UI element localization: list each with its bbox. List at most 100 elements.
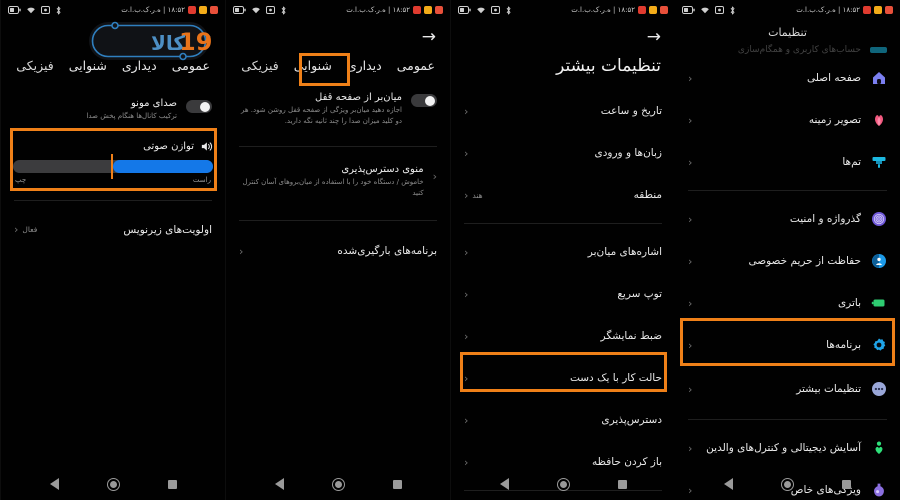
- tab-physical[interactable]: فیزیکی: [240, 56, 279, 76]
- list-item-label: ضبط نمایشگر: [600, 330, 662, 342]
- list-item-text: منوی دسترس‌پذیری خاموش / دستگاه خود را ب…: [239, 164, 424, 198]
- sidebar-item-battery[interactable]: باتری ‹: [675, 282, 900, 324]
- home-button[interactable]: [331, 477, 345, 491]
- tab-visual[interactable]: دیداری: [346, 56, 383, 76]
- recents-button[interactable]: [391, 478, 404, 491]
- sidebar-item-wallpaper[interactable]: تصویر زمینه ‹: [675, 99, 900, 141]
- tab-general[interactable]: عمومی: [396, 56, 436, 76]
- wifi-icon: [27, 7, 35, 14]
- sidebar-item-password-security[interactable]: گذرواژه و امنیت ‹: [675, 198, 900, 240]
- mono-audio-toggle[interactable]: [186, 100, 212, 114]
- sim-icon: [41, 6, 50, 14]
- back-arrow-row[interactable]: →: [451, 20, 675, 54]
- sidebar-item-more-settings[interactable]: تنظیمات بیشتر ‹: [675, 366, 900, 412]
- back-arrow-icon[interactable]: →: [197, 28, 211, 46]
- sidebar-item-label: گذرواژه و امنیت: [789, 213, 861, 225]
- photos-badge-icon: [638, 6, 646, 14]
- list-item-region[interactable]: منطقه هند ‹: [451, 174, 675, 216]
- privacy-icon: [870, 253, 887, 270]
- slider-thumb[interactable]: [111, 153, 113, 179]
- tab-visual[interactable]: دیداری: [121, 56, 158, 76]
- list-item-label: منوی دسترس‌پذیری: [341, 164, 424, 176]
- navigation-bar: [451, 468, 675, 500]
- sidebar-item-label: آسایش دیجیتالی و کنترل‌های والدین: [706, 442, 861, 454]
- toggle-row-lockscreen-shortcut[interactable]: میان‌بر از صفحه قفل اجازه دهید میان‌بر و…: [226, 84, 450, 132]
- tab-hearing[interactable]: شنوایی: [293, 56, 333, 76]
- divider: [14, 199, 212, 201]
- status-bar-time: ۱۸:۵۲ | ه.ر.ک.ب.ا.ت: [796, 6, 860, 14]
- divider: [688, 419, 887, 420]
- sidebar-item-themes[interactable]: تم‌ها ‹: [675, 141, 900, 183]
- back-arrow-icon[interactable]: →: [422, 28, 436, 46]
- slider-label-right: راست: [192, 175, 211, 184]
- chevron-icon: ‹: [688, 212, 693, 226]
- list-item-accessibility-menu[interactable]: ‹ منوی دسترس‌پذیری خاموش / دستگاه خود را…: [226, 154, 450, 204]
- toggle-row-title: صدای مونو: [131, 98, 177, 110]
- list-item-cut-off[interactable]: حساب‌های کاربری و همگام‌سازی: [675, 43, 900, 57]
- back-arrow-row[interactable]: →: [226, 20, 450, 54]
- list-item-accessibility[interactable]: دسترس‌پذیری ‹: [451, 399, 675, 441]
- status-bar: ۱۸:۵۲ | ه.ر.ک.ب.ا.ت: [226, 0, 450, 20]
- slider-end-labels: راست چپ: [13, 176, 213, 184]
- back-arrow-icon[interactable]: →: [647, 28, 661, 46]
- tab-bar: عمومی دیداری شنوایی فیزیکی: [226, 54, 450, 84]
- list-item-label: زبان‌ها و ورودی: [594, 147, 663, 159]
- list-item-caption-preferences[interactable]: اولویت‌های زیرنویس فعال ‹: [1, 208, 225, 252]
- sidebar-item-home-screen[interactable]: صفحه اصلی ‹: [675, 57, 900, 99]
- back-button[interactable]: [273, 478, 286, 491]
- list-item-shortcut-gestures[interactable]: اشاره‌های میان‌بر ‹: [451, 231, 675, 273]
- home-button[interactable]: [556, 477, 570, 491]
- toggle-row-mono-audio[interactable]: صدای مونو ترکیب کانال‌ها هنگام پخش صدا: [1, 84, 225, 128]
- chevron-icon: ‹: [464, 413, 469, 427]
- toggle-knob: [425, 95, 435, 106]
- screenshot-root: ۱۸:۵۲ | ه.ر.ک.ب.ا.ت تنظیمات حساب‌های کار…: [0, 0, 900, 500]
- status-bar-right: ۱۸:۵۲ | ه.ر.ک.ب.ا.ت: [121, 6, 218, 14]
- list-item-one-handed-mode[interactable]: حالت کار با یک دست ‹: [451, 357, 675, 399]
- list-item-languages-input[interactable]: زبان‌ها و ورودی ‹: [451, 132, 675, 174]
- chevron-icon: ‹: [464, 104, 469, 118]
- recents-button[interactable]: [840, 478, 853, 491]
- toggle-row-subtitle: ترکیب کانال‌ها هنگام پخش صدا: [86, 112, 177, 121]
- sidebar-item-label: حفاظت از حریم خصوصی: [748, 255, 861, 267]
- lockscreen-shortcut-toggle[interactable]: [411, 94, 437, 108]
- tab-physical[interactable]: فیزیکی: [15, 56, 54, 76]
- chevron-icon: ‹: [432, 170, 437, 184]
- themes-icon: [870, 154, 887, 171]
- status-bar-right: ۱۸:۵۲ | ه.ر.ک.ب.ا.ت: [796, 6, 893, 14]
- list-item-date-time[interactable]: تاریخ و ساعت ‹: [451, 90, 675, 132]
- navigation-bar: [226, 468, 450, 500]
- bluetooth-icon: [506, 6, 511, 14]
- back-arrow-row[interactable]: →: [1, 20, 225, 54]
- recents-button[interactable]: [616, 478, 629, 491]
- back-button[interactable]: [722, 478, 735, 491]
- tab-hearing[interactable]: شنوایی: [68, 56, 108, 76]
- list-item-downloaded-apps[interactable]: برنامه‌های بارگیری‌شده ‹: [226, 228, 450, 274]
- chevron-icon: ‹: [688, 296, 693, 310]
- chevron-icon: ‹: [464, 245, 469, 259]
- back-button[interactable]: [48, 478, 61, 491]
- panel-accessibility-hearing: ۱۸:۵۲ | ه.ر.ک.ب.ا.ت → عمومی دیداری شنوای…: [225, 0, 450, 500]
- audio-balance-block: توازن صوتی راست چپ: [1, 134, 225, 188]
- keep-badge-icon: [649, 6, 657, 14]
- chevron-icon: ‹: [688, 254, 693, 268]
- battery-icon: [233, 6, 246, 14]
- back-button[interactable]: [498, 478, 511, 491]
- chevron-icon: ‹: [464, 188, 469, 202]
- list-item-value: فعال: [22, 225, 38, 235]
- wifi-icon: [252, 7, 260, 14]
- toggle-row-text: صدای مونو ترکیب کانال‌ها هنگام پخش صدا: [14, 98, 177, 122]
- sidebar-item-apps[interactable]: برنامه‌ها ‹: [675, 324, 900, 366]
- list-item-label: منطقه: [633, 189, 662, 201]
- battery-icon: [682, 6, 695, 14]
- list-item-quick-ball[interactable]: توپ سریع ‹: [451, 273, 675, 315]
- recents-button[interactable]: [166, 478, 179, 491]
- audio-balance-slider[interactable]: [13, 153, 213, 179]
- sidebar-item-privacy-protection[interactable]: حفاظت از حریم خصوصی ‹: [675, 240, 900, 282]
- sidebar-item-digital-wellbeing[interactable]: آسایش دیجیتالی و کنترل‌های والدین ‹: [675, 427, 900, 469]
- status-bar-time: ۱۸:۵۲ | ه.ر.ک.ب.ا.ت: [346, 6, 410, 14]
- home-button[interactable]: [781, 477, 794, 491]
- tab-general[interactable]: عمومی: [171, 56, 211, 76]
- wifi-icon: [701, 7, 709, 14]
- list-item-screen-recorder[interactable]: ضبط نمایشگر ‹: [451, 315, 675, 357]
- home-button[interactable]: [106, 477, 120, 491]
